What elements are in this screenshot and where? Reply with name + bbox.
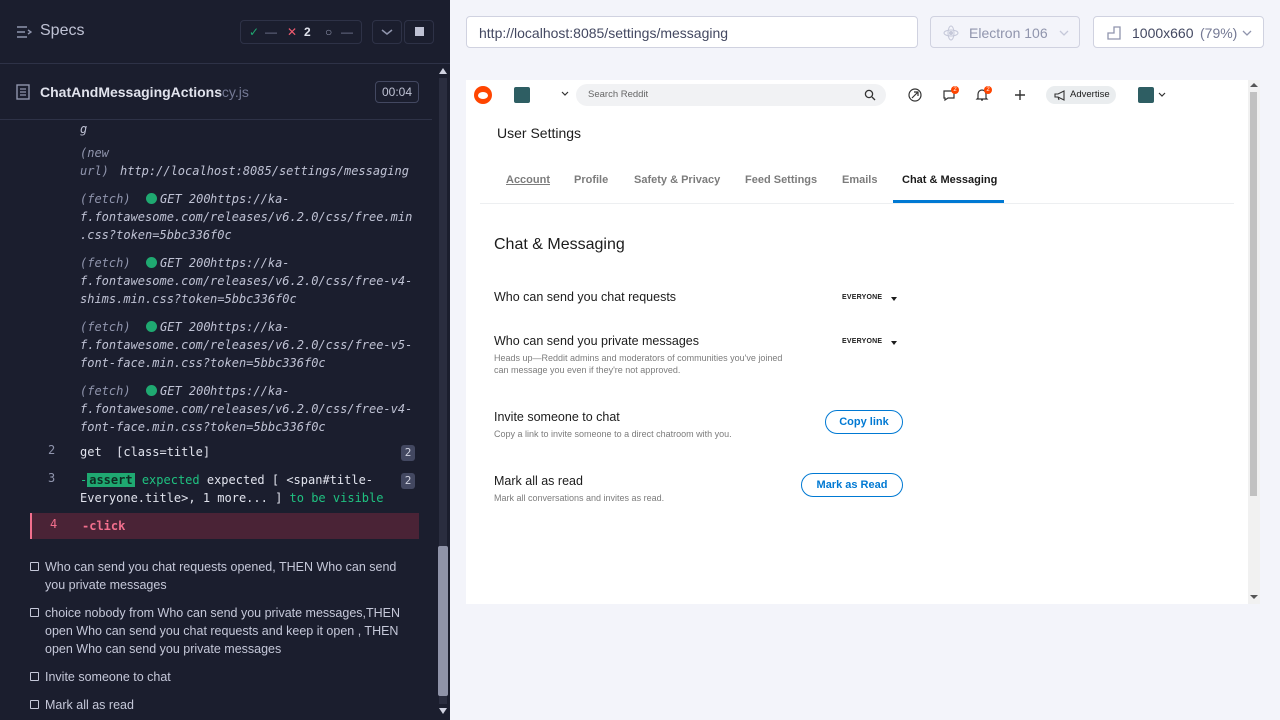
popular-icon[interactable] (908, 88, 922, 102)
mark-as-read-button[interactable]: Mark as Read (801, 473, 903, 497)
chat-badge: 2 (951, 86, 959, 94)
scroll-up-icon[interactable] (1250, 82, 1258, 88)
viewport-size: 1000x660 (1132, 25, 1194, 41)
command-click-text: -click (82, 519, 126, 533)
page-title: User Settings (497, 125, 582, 141)
app-scrollbar-thumb[interactable] (1250, 92, 1257, 496)
scroll-down-icon[interactable] (439, 708, 447, 714)
fetch-log-entry[interactable]: (fetch) GET 200 https://ka- f.fontawesome… (80, 382, 420, 436)
viewport-selector[interactable]: 1000x660 (79%) (1093, 16, 1264, 48)
search-icon (864, 89, 876, 101)
url-bar[interactable]: http://localhost:8085/settings/messaging (466, 16, 918, 48)
caret-down-icon[interactable] (891, 297, 897, 301)
private-messages-dropdown[interactable]: EVERYONE (842, 338, 882, 345)
tab-safety-privacy[interactable]: Safety & Privacy (634, 174, 720, 186)
viewport-ruler-icon (1107, 26, 1121, 40)
community-avatar-icon[interactable] (514, 87, 530, 103)
test-item-invite[interactable]: Invite someone to chat (30, 668, 410, 686)
assert-badge: assert (87, 473, 135, 487)
fetch-url: https://ka- f.fontawesome.com/releases/v… (80, 192, 413, 242)
test-status-icon (30, 700, 39, 709)
test-item-chat-requests[interactable]: Who can send you chat requests opened, T… (30, 558, 410, 594)
test-status-icon (30, 608, 39, 617)
chevron-down-icon[interactable] (561, 91, 569, 97)
command-get-text: get [class=title] (80, 445, 211, 459)
tab-chat-messaging[interactable]: Chat & Messaging (902, 174, 997, 186)
test-item-choice-nobody[interactable]: choice nobody from Who can send you priv… (30, 604, 410, 658)
section-title: Chat & Messaging (494, 236, 625, 253)
megaphone-icon (1054, 90, 1065, 101)
command-log-scrollbar[interactable] (436, 64, 450, 720)
fetch-log-entry[interactable]: (fetch) GET 200 https://ka- f.fontawesome… (80, 254, 420, 308)
advertise-button[interactable]: Advertise (1046, 86, 1116, 104)
scroll-down-icon[interactable] (1250, 594, 1258, 600)
browser-name: Electron 106 (969, 25, 1048, 41)
url-value: http://localhost:8085/settings/messaging (479, 25, 729, 41)
command-get[interactable]: 2 get [class=title] 2 (30, 443, 419, 463)
chat-requests-dropdown[interactable]: EVERYONE (842, 294, 882, 301)
tab-account[interactable]: Account (506, 174, 550, 186)
tab-emails[interactable]: Emails (842, 174, 877, 186)
fetch-url: https://ka- f.fontawesome.com/releases/v… (80, 384, 413, 434)
browser-selector[interactable]: Electron 106 (930, 16, 1080, 48)
app-under-test-frame: Search Reddit 2 2 Advertise User Setting… (466, 80, 1260, 604)
tab-feed-settings[interactable]: Feed Settings (745, 174, 817, 186)
caret-down-icon[interactable] (891, 341, 897, 345)
reddit-header: Search Reddit 2 2 Advertise (466, 80, 1248, 110)
command-click-active[interactable]: 4 -click (30, 513, 419, 539)
fetch-log-entry[interactable]: (fetch) GET 200 https://ka- f.fontawesome… (80, 318, 420, 372)
element-count-badge: 2 (401, 445, 415, 461)
settings-tabs: Account Profile Safety & Privacy Feed Se… (480, 168, 1234, 204)
scroll-up-icon[interactable] (439, 68, 447, 74)
command-assert[interactable]: 3 - assert expected expected [ <span#titl… (30, 471, 419, 511)
plus-icon[interactable] (1013, 88, 1027, 102)
fetch-url: https://ka- f.fontawesome.com/releases/v… (80, 320, 413, 370)
aut-panel: http://localhost:8085/settings/messaging… (450, 0, 1280, 720)
user-avatar[interactable] (1138, 87, 1154, 103)
scrollbar-thumb[interactable] (438, 546, 448, 696)
viewport-zoom: (79%) (1200, 25, 1238, 41)
app-scrollbar[interactable] (1248, 80, 1260, 604)
copy-link-button[interactable]: Copy link (825, 410, 903, 434)
chevron-down-icon (1059, 30, 1069, 36)
chevron-down-icon (1242, 30, 1252, 36)
electron-icon (943, 25, 959, 41)
search-input[interactable]: Search Reddit (576, 84, 886, 106)
test-status-icon (30, 672, 39, 681)
notification-badge: 2 (984, 86, 992, 94)
fetch-entries: (fetch) GET 200 https://ka- f.fontawesome… (0, 0, 432, 440)
fetch-log-entry[interactable]: (fetch) GET 200 https://ka- f.fontawesome… (80, 190, 420, 244)
reddit-logo-icon[interactable] (474, 86, 492, 104)
test-status-icon (30, 562, 39, 571)
chevron-down-icon[interactable] (1158, 92, 1166, 98)
fetch-url: https://ka- f.fontawesome.com/releases/v… (80, 256, 413, 306)
active-tab-indicator (893, 200, 1004, 203)
test-item-mark-read[interactable]: Mark all as read (30, 696, 410, 714)
tab-profile[interactable]: Profile (574, 174, 608, 186)
element-count-badge: 2 (401, 473, 415, 489)
